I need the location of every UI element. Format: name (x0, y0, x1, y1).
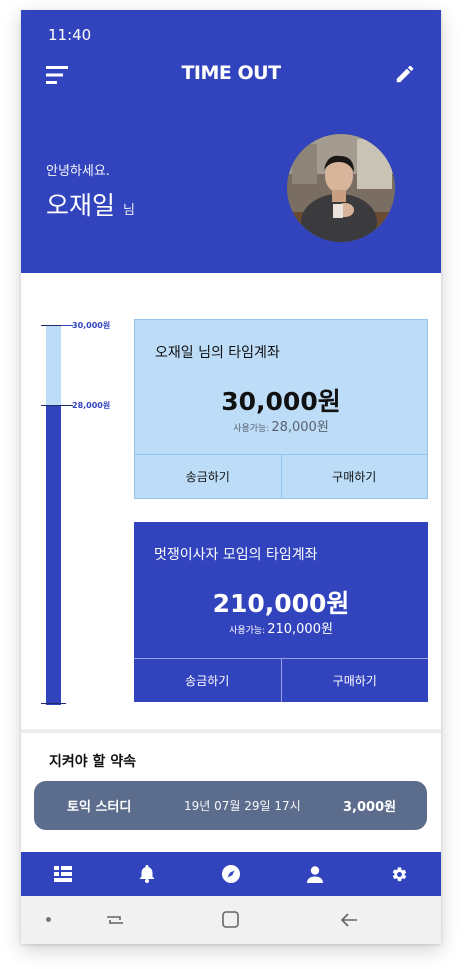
user-name-text: 오재일 (46, 191, 116, 220)
user-name: 오재일 님 (46, 186, 135, 222)
available-value: 28,000원 (271, 420, 329, 435)
send-button[interactable]: 송금하기 (134, 659, 281, 702)
header: 11:40 TIME OUT 안녕하세요. 오재일 님 (21, 10, 441, 273)
account-card-personal[interactable]: 오재일 님의 타임계좌 30,000원 사용가능: 28,000원 송금하기 구매… (134, 319, 428, 499)
gauge-tick-bottom (41, 703, 66, 704)
account-amount: 210,000원 (212, 589, 350, 618)
system-nav-bar (21, 896, 441, 944)
phone-screen: 11:40 TIME OUT 안녕하세요. 오재일 님 30,000원 28,0… (21, 10, 441, 944)
greeting-text: 안녕하세요. (46, 164, 110, 179)
avatar[interactable] (287, 134, 395, 242)
buy-button[interactable]: 구매하기 (280, 455, 428, 498)
status-time: 11:40 (48, 26, 92, 44)
back-icon[interactable] (337, 908, 361, 932)
section-divider (21, 729, 441, 733)
dashboard-icon[interactable] (43, 854, 83, 894)
account-title: 멋쟁이사자 모임의 타임계좌 (154, 547, 318, 563)
promise-name: 토익 스터디 (67, 800, 132, 815)
account-available: 사용가능: 210,000원 (134, 618, 428, 637)
promise-amount: 3,000원 (343, 800, 397, 815)
compass-icon[interactable] (211, 854, 251, 894)
gauge-mid-label: 28,000원 (72, 401, 111, 410)
bell-icon[interactable] (127, 854, 167, 894)
recent-apps-icon[interactable] (103, 908, 127, 932)
bottom-nav (21, 852, 441, 896)
promises-title: 지켜야 할 약속 (49, 754, 137, 770)
account-available: 사용가능: 28,000원 (135, 416, 427, 435)
user-suffix: 님 (123, 203, 135, 218)
account-title: 오재일 님의 타임계좌 (155, 345, 280, 361)
edit-icon[interactable] (394, 63, 416, 85)
account-card-group[interactable]: 멋쟁이사자 모임의 타임계좌 210,000원 사용가능: 210,000원 송금… (134, 522, 428, 702)
app-title: TIME OUT (181, 62, 281, 84)
account-amount: 30,000원 (221, 387, 341, 416)
send-button[interactable]: 송금하기 (135, 455, 281, 498)
buy-button[interactable]: 구매하기 (280, 659, 429, 702)
account-actions: 송금하기 구매하기 (135, 454, 427, 498)
gauge-top-label: 30,000원 (72, 321, 111, 330)
account-actions: 송금하기 구매하기 (134, 658, 428, 702)
home-icon[interactable] (219, 908, 243, 932)
gear-icon[interactable] (379, 854, 419, 894)
system-dot-icon (46, 917, 51, 922)
person-icon[interactable] (295, 854, 335, 894)
promise-date: 19년 07월 29일 17시 (184, 799, 301, 813)
balance-gauge-fill (46, 405, 61, 705)
promise-item[interactable]: 토익 스터디 19년 07월 29일 17시 3,000원 (34, 781, 427, 830)
gauge-tick-mid (41, 405, 73, 406)
available-value: 210,000원 (267, 622, 333, 637)
available-label: 사용가능: (233, 424, 270, 434)
available-label: 사용가능: (229, 626, 266, 636)
